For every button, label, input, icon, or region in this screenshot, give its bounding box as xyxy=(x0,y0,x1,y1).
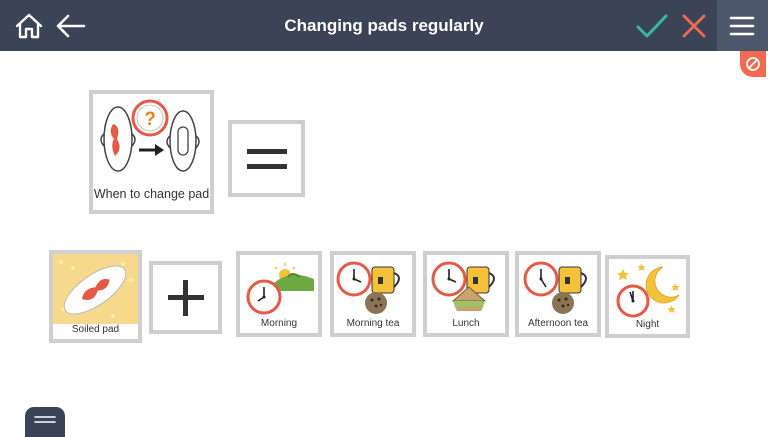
bottom-drawer-handle[interactable] xyxy=(25,407,65,437)
restriction-badge[interactable] xyxy=(740,51,766,77)
morning-card[interactable]: Morning xyxy=(236,251,322,337)
no-entry-icon xyxy=(746,57,760,71)
pad-change-icon: ? xyxy=(100,99,200,172)
card-label: Night xyxy=(635,319,660,330)
afternoon-tea-icon xyxy=(523,261,587,314)
soiled-pad-card[interactable]: Soiled pad xyxy=(49,250,142,343)
soiled-pad-icon xyxy=(53,254,138,324)
close-icon xyxy=(682,14,706,38)
card-label: Morning tea xyxy=(346,318,400,329)
card-label: When to change pad xyxy=(93,187,210,201)
equals-icon xyxy=(246,148,287,169)
night-card[interactable]: Night xyxy=(605,255,690,338)
morning-tea-icon xyxy=(336,261,400,314)
card-label: Lunch xyxy=(452,318,480,329)
hamburger-menu-icon xyxy=(729,16,755,36)
back-arrow-icon xyxy=(56,14,86,38)
card-label: Morning xyxy=(260,318,298,329)
plus-operator xyxy=(149,261,222,334)
morning-tea-card[interactable]: Morning tea xyxy=(330,251,416,337)
cancel-button[interactable] xyxy=(679,12,709,40)
hamburger-button[interactable] xyxy=(722,12,762,40)
card-label: Afternoon tea xyxy=(527,318,589,329)
afternoon-tea-card[interactable]: Afternoon tea xyxy=(515,251,601,337)
home-button[interactable] xyxy=(12,10,46,42)
lunch-card[interactable]: Lunch xyxy=(423,251,509,337)
plus-icon xyxy=(167,279,204,316)
when-to-change-pad-card[interactable]: ? When to change pad xyxy=(89,90,214,214)
morning-icon xyxy=(246,263,314,315)
svg-text:?: ? xyxy=(144,109,156,130)
equals-operator xyxy=(228,120,305,197)
menu-lines-icon xyxy=(34,416,56,423)
home-icon xyxy=(15,13,43,39)
card-label: Soiled pad xyxy=(71,324,120,335)
confirm-button[interactable] xyxy=(634,12,670,40)
back-button[interactable] xyxy=(52,10,88,42)
lunch-icon xyxy=(431,261,495,311)
checkmark-icon xyxy=(636,14,668,38)
night-icon xyxy=(616,263,680,318)
